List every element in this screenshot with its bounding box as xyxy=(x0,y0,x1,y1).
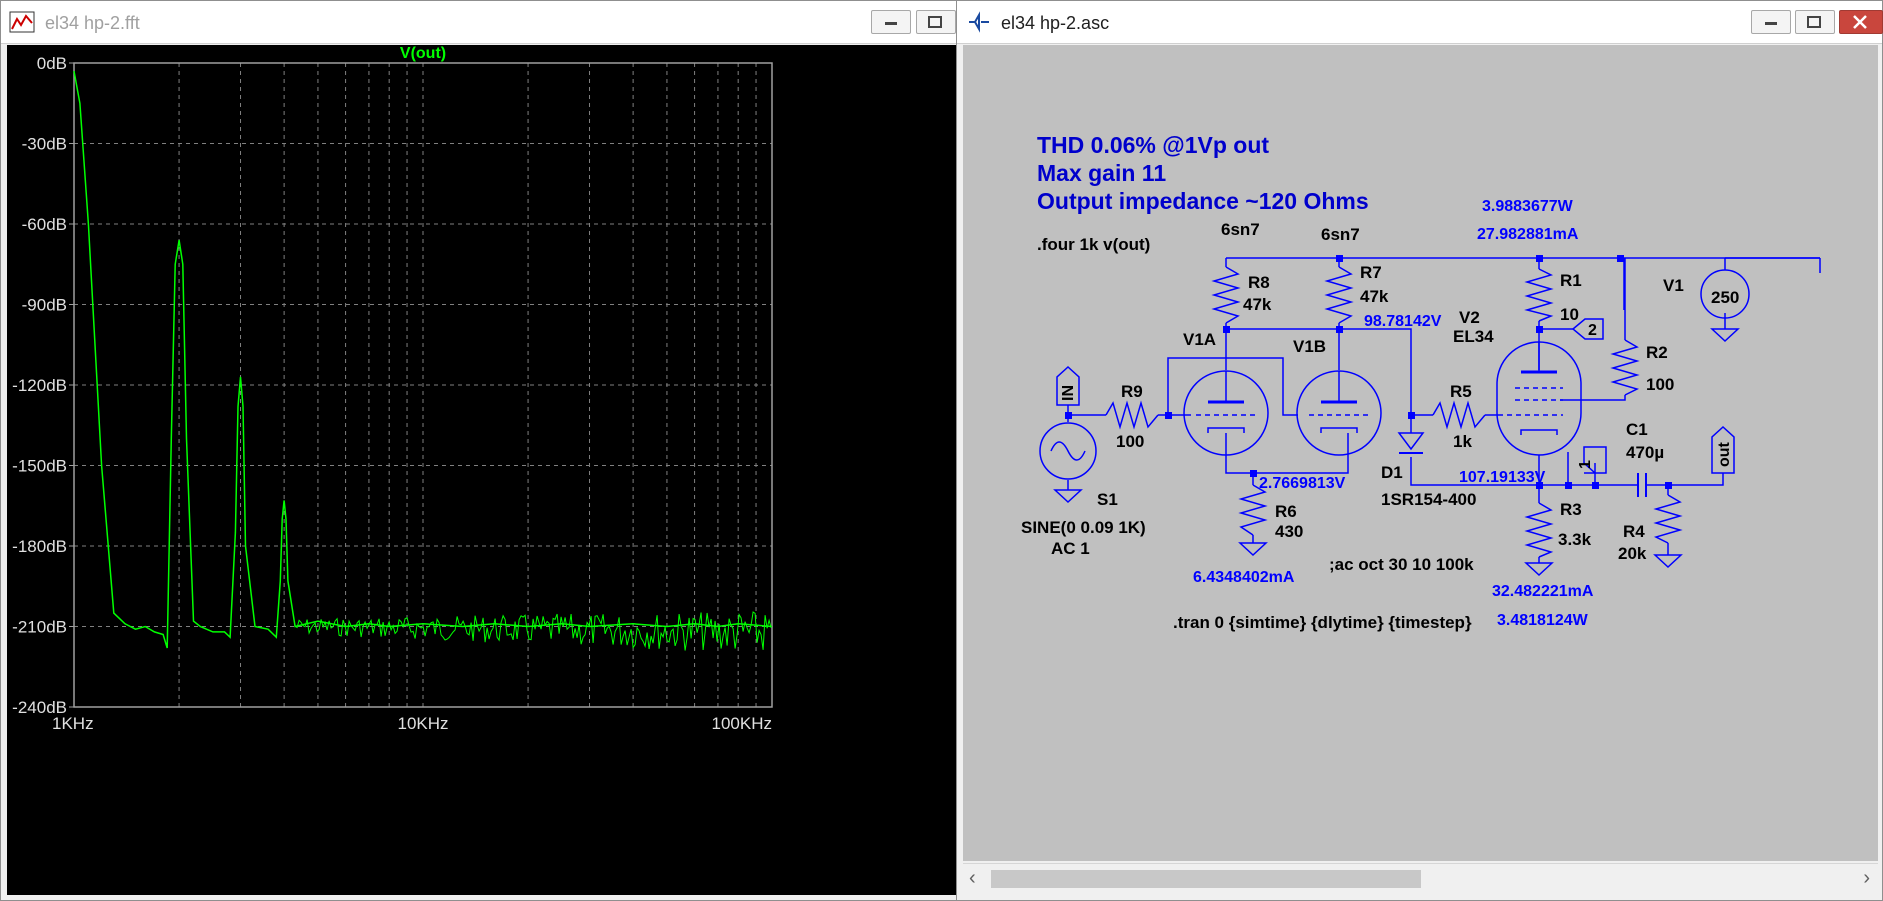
s1-value: SINE(0 0.09 1K) xyxy=(1021,518,1146,537)
measure-r3-power: 3.4818124W xyxy=(1497,612,1589,629)
schematic-titlebar[interactable]: el34 hp-2.asc xyxy=(957,1,1883,44)
measure-output-node-voltage: 107.19133V xyxy=(1459,469,1546,486)
r7-value: 47k xyxy=(1360,287,1389,306)
note-thd: THD 0.06% @1Vp out xyxy=(1037,132,1269,158)
y-tick-label: -120dB xyxy=(12,376,67,395)
note-impedance: Output impedance ~120 Ohms xyxy=(1037,188,1369,214)
r3-value: 3.3k xyxy=(1558,530,1592,549)
schematic-drawing: THD 0.06% @1Vp out Max gain 11 Output im… xyxy=(1021,132,1821,632)
r8-value: 47k xyxy=(1243,295,1272,314)
v1-name: V1 xyxy=(1663,276,1684,295)
s1-name: S1 xyxy=(1097,490,1118,509)
x-tick-label: 10KHz xyxy=(397,714,448,733)
fft-plot-area[interactable]: 0dB -30dB -60dB -90dB -120dB -150dB -180dB -210… xyxy=(7,45,959,895)
pentode-v2 xyxy=(1496,341,1582,456)
c1-name: C1 xyxy=(1626,420,1648,439)
triode-v1a xyxy=(1183,370,1269,456)
net-label-1: 1 xyxy=(1577,460,1594,469)
v2-name: V2 xyxy=(1459,308,1480,327)
r7-name: R7 xyxy=(1360,263,1382,282)
restore-icon xyxy=(1807,16,1821,28)
net-label-2: 2 xyxy=(1588,322,1597,339)
fft-window[interactable]: el34 hp-2.fft 0dB -30dB -60dB -90dB -120dB -1… xyxy=(0,0,962,901)
r2-value: 100 xyxy=(1646,375,1674,394)
triode-v1b xyxy=(1296,370,1382,456)
y-tick-label: -210dB xyxy=(12,618,67,637)
y-tick-label: -150dB xyxy=(12,457,67,476)
minimize-button[interactable] xyxy=(871,10,911,34)
y-tick-label: -180dB xyxy=(12,537,67,556)
r1-name: R1 xyxy=(1560,271,1582,290)
note-four-directive: .four 1k v(out) xyxy=(1037,235,1150,254)
s1-ac: AC 1 xyxy=(1051,539,1090,558)
r1-value: 10 xyxy=(1560,305,1579,324)
r5-value: 1k xyxy=(1453,432,1472,451)
note-ac-directive: ;ac oct 30 10 100k xyxy=(1329,555,1474,574)
horizontal-scrollbar[interactable]: ‹ › xyxy=(963,863,1878,894)
x-tick-label: 100KHz xyxy=(712,714,772,733)
v2-value: EL34 xyxy=(1453,327,1494,346)
restore-button[interactable] xyxy=(916,10,956,34)
measure-plate-voltage: 98.78142V xyxy=(1364,313,1442,330)
tube-model-label: 6sn7 xyxy=(1321,225,1360,244)
measure-current-top: 27.982881mA xyxy=(1477,226,1579,243)
scroll-right-icon[interactable]: › xyxy=(1863,867,1870,890)
net-label-in: IN xyxy=(1060,385,1077,401)
r4-name: R4 xyxy=(1623,522,1645,541)
waveform-icon xyxy=(9,11,35,33)
scrollbar-thumb[interactable] xyxy=(991,870,1421,888)
note-tran-directive: .tran 0 {simtime} {dlytime} {timestep} xyxy=(1173,613,1472,632)
noise-floor-band xyxy=(294,611,772,651)
minimize-icon xyxy=(1765,22,1777,25)
c1-value: 470µ xyxy=(1626,443,1664,462)
measure-cathode-voltage: 2.7669813V xyxy=(1259,475,1346,492)
scroll-left-icon[interactable]: ‹ xyxy=(969,867,976,890)
tube-model-label: 6sn7 xyxy=(1221,220,1260,239)
v1b-name: V1B xyxy=(1293,337,1326,356)
net-label-out: out xyxy=(1716,441,1733,467)
r6-name: R6 xyxy=(1275,502,1297,521)
fft-chart: 0dB -30dB -60dB -90dB -120dB -150dB -180dB -210… xyxy=(12,45,773,733)
schematic-window-title: el34 hp-2.asc xyxy=(1001,13,1110,33)
minimize-button[interactable] xyxy=(1751,10,1791,34)
measure-power-top: 3.9883677W xyxy=(1482,198,1574,215)
fft-window-title: el34 hp-2.fft xyxy=(45,13,140,33)
y-tick-label: -60dB xyxy=(22,215,67,234)
d1-value: 1SR154-400 xyxy=(1381,490,1476,509)
resistors xyxy=(1105,258,1683,558)
x-tick-label: 1KHz xyxy=(52,714,94,733)
schematic-window[interactable]: el34 hp-2.asc THD 0.06% @1Vp out Max gai… xyxy=(956,0,1883,901)
d1-name: D1 xyxy=(1381,463,1403,482)
y-tick-label: -90dB xyxy=(22,296,67,315)
wires xyxy=(1067,257,1821,563)
r2-name: R2 xyxy=(1646,343,1668,362)
r8-name: R8 xyxy=(1248,273,1270,292)
r6-value: 430 xyxy=(1275,522,1303,541)
y-tick-label: 0dB xyxy=(37,54,67,73)
close-button[interactable] xyxy=(1839,10,1883,34)
r9-value: 100 xyxy=(1116,432,1144,451)
restore-icon xyxy=(928,16,942,28)
r4-value: 20k xyxy=(1618,544,1647,563)
chart-title: V(out) xyxy=(400,45,446,62)
r3-name: R3 xyxy=(1560,500,1582,519)
note-gain: Max gain 11 xyxy=(1037,160,1166,186)
sine-source-s1 xyxy=(1039,422,1097,480)
measure-r6-current: 6.4348402mA xyxy=(1193,569,1295,586)
y-tick-label: -30dB xyxy=(22,135,67,154)
restore-button[interactable] xyxy=(1795,10,1835,34)
r5-name: R5 xyxy=(1450,382,1472,401)
r9-name: R9 xyxy=(1121,382,1143,401)
schematic-canvas[interactable]: THD 0.06% @1Vp out Max gain 11 Output im… xyxy=(963,45,1878,861)
minimize-icon xyxy=(885,22,897,25)
fft-titlebar[interactable]: el34 hp-2.fft xyxy=(1,1,961,44)
diode-d1 xyxy=(1397,432,1425,454)
schematic-icon xyxy=(969,11,989,33)
measure-r3-current: 32.482221mA xyxy=(1492,583,1594,600)
close-icon xyxy=(1853,15,1867,29)
v1-value: 250 xyxy=(1711,288,1739,307)
capacitor-c1 xyxy=(1637,473,1653,497)
v1a-name: V1A xyxy=(1183,330,1216,349)
